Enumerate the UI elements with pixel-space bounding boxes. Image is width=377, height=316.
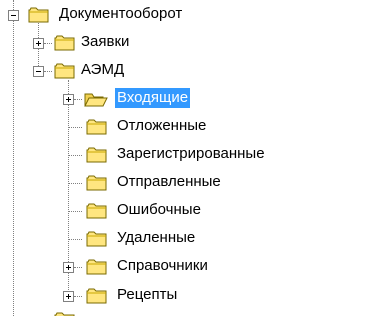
- tree-line: [68, 155, 82, 156]
- minus-box-icon[interactable]: [8, 10, 19, 21]
- tree-node-label[interactable]: Документооборот: [57, 4, 184, 24]
- tree-line: [44, 43, 52, 44]
- folder-icon: [86, 174, 108, 192]
- tree-line: [44, 71, 52, 72]
- tree-line: [68, 127, 82, 128]
- tree-line: [74, 296, 82, 297]
- tree-node-label[interactable]: Зарегистрированные: [115, 144, 267, 164]
- plus-box-icon[interactable]: [63, 291, 74, 302]
- folder-open-icon: [84, 90, 108, 108]
- tree-line: [74, 99, 82, 100]
- tree-node-label[interactable]: Отложенные: [115, 116, 208, 136]
- tree-node-label[interactable]: Справочники: [115, 256, 210, 276]
- tree-node-label[interactable]: Заявки: [79, 32, 131, 52]
- tree-line: [13, 0, 14, 10]
- tree-node-label[interactable]: Удаленные: [115, 228, 197, 248]
- tree-node-label[interactable]: Отправленные: [115, 172, 223, 192]
- minus-box-icon[interactable]: [33, 66, 44, 77]
- folder-icon: [54, 311, 76, 316]
- tree-node-label[interactable]: Рецепты: [115, 285, 179, 305]
- plus-box-icon[interactable]: [63, 262, 74, 273]
- folder-icon: [54, 34, 76, 52]
- folder-icon: [86, 287, 108, 305]
- tree-line: [68, 239, 82, 240]
- folder-icon: [86, 230, 108, 248]
- folder-icon: [54, 62, 76, 80]
- folder-icon: [86, 202, 108, 220]
- tree-line: [13, 20, 14, 316]
- tree-view: Документооборот Заявки АЭМД Входящие Отл…: [0, 0, 377, 316]
- plus-box-icon[interactable]: [63, 94, 74, 105]
- folder-icon: [86, 146, 108, 164]
- folder-icon: [86, 258, 108, 276]
- tree-line: [68, 183, 82, 184]
- tree-node-label[interactable]: Входящие: [115, 88, 191, 108]
- plus-box-icon[interactable]: [33, 38, 44, 49]
- tree-node-label[interactable]: АЭМД: [79, 60, 126, 80]
- folder-icon: [86, 118, 108, 136]
- tree-line: [68, 211, 82, 212]
- tree-node-label[interactable]: Ошибочные: [115, 200, 203, 220]
- folder-icon: [28, 6, 50, 24]
- tree-line: [74, 267, 82, 268]
